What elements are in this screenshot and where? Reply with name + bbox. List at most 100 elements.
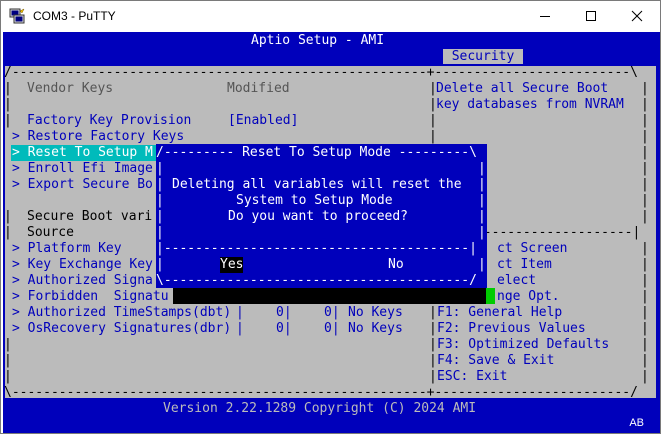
dialog-left-border: | <box>156 193 164 208</box>
dialog-right-border: | <box>478 225 486 240</box>
frame-right: | <box>641 321 649 336</box>
factory-key-provision-label[interactable]: Factory Key Provision <box>27 113 191 129</box>
secure-boot-variable-label: Secure Boot vari <box>27 209 153 224</box>
column-divider: | <box>429 353 437 368</box>
frame-top: /---------------------------------------… <box>4 65 638 80</box>
enroll-efi-image[interactable]: > Enroll Efi Image <box>12 161 153 177</box>
frame-right: | <box>641 193 649 208</box>
nav-help-select-item: ct Item <box>497 257 552 272</box>
osrecovery-signatures-status: No Keys <box>348 321 403 336</box>
osrecovery-signatures[interactable]: > OsRecovery Signatures(dbr) <box>12 321 231 337</box>
dialog-bottom: \---------------------------------------… <box>156 273 477 288</box>
frame-left: | <box>4 209 12 224</box>
authorized-timestamps-sep: | <box>236 305 244 320</box>
close-icon <box>631 10 643 22</box>
nav-help-esc: ESC: Exit <box>437 369 508 384</box>
platform-key[interactable]: > Platform Key <box>12 241 122 257</box>
dialog-right-border: | <box>478 257 486 272</box>
dialog-shadow <box>173 288 487 304</box>
minimize-button[interactable] <box>522 1 568 31</box>
frame-right: | <box>641 369 649 384</box>
dialog-message-line1: Deleting all variables will reset the <box>172 177 462 192</box>
forbidden-signatures[interactable]: > Forbidden Signatu <box>12 289 169 305</box>
osrecovery-signatures-count2: 0| <box>324 321 340 336</box>
frame-right: | <box>641 305 649 320</box>
restore-factory-keys[interactable]: > Restore Factory Keys <box>12 129 184 145</box>
reset-to-setup-mode[interactable]: > Reset To Setup M <box>12 145 153 161</box>
nav-help-select: elect <box>497 273 537 288</box>
factory-key-provision-value[interactable]: [Enabled] <box>228 113 298 129</box>
osrecovery-signatures-count1: 0| <box>276 321 292 336</box>
column-divider: | <box>429 321 437 336</box>
nav-help-f1: F1: General Help <box>437 305 563 320</box>
frame-right: | <box>641 209 649 224</box>
frame-right: | <box>641 177 649 192</box>
nav-help-f4: F4: Save & Exit <box>437 353 555 368</box>
dialog-no-button[interactable]: No <box>388 257 404 273</box>
dialog-separator: |---------------------------------------… <box>156 241 477 256</box>
column-divider: | <box>429 113 437 128</box>
authorized-timestamps[interactable]: > Authorized TimeStamps(dbt) <box>12 305 231 321</box>
maximize-button[interactable] <box>568 1 614 31</box>
frame-left: | <box>4 225 12 240</box>
window-title: COM3 - PuTTY <box>33 9 116 23</box>
key-exchange-key[interactable]: > Key Exchange Key <box>12 257 153 273</box>
version-text: Version 2.22.1289 Copyright (C) 2024 AMI <box>163 401 477 416</box>
dialog-message-line3: Do you want to proceed? <box>228 209 409 224</box>
frame-left: | <box>4 81 12 96</box>
authorized-timestamps-status: No Keys <box>348 305 403 320</box>
frame-left: | <box>4 113 12 128</box>
column-divider: | <box>429 337 437 352</box>
help-text-line1: Delete all Secure Boot <box>436 81 609 96</box>
source-label: Source <box>27 225 74 240</box>
frame-bottom: \---------------------------------------… <box>4 385 638 400</box>
maximize-icon <box>586 11 596 21</box>
help-text-line2: key databases from NVRAM <box>436 97 624 112</box>
frame-right: | <box>641 353 649 368</box>
nav-help-change-opt: nge Opt. <box>497 289 560 304</box>
osrecovery-signatures-sep: | <box>236 321 244 336</box>
status-indicator: AB <box>629 417 644 429</box>
terminal-screen[interactable]: Aptio Setup - AMI Security /------------… <box>3 32 660 433</box>
dialog-left-border: | <box>156 161 164 176</box>
frame-right: | <box>641 145 649 160</box>
export-secure-boot[interactable]: > Export Secure Bo <box>12 177 153 193</box>
putty-window: COM3 - PuTTY Aptio Setup - AMI Security … <box>0 0 661 434</box>
column-divider: | <box>429 305 437 320</box>
dialog-left-border: | <box>156 225 164 240</box>
vendor-keys-label: Vendor Keys <box>27 81 114 96</box>
dialog-message-line2: System to Setup Mode <box>236 193 393 208</box>
dialog-left-border: | <box>156 257 164 272</box>
minimize-icon <box>540 16 550 17</box>
dialog-yes-button[interactable]: Yes <box>220 257 244 273</box>
dialog-right-border: | <box>478 161 486 176</box>
dialog-left-border: | <box>156 177 164 192</box>
authorized-timestamps-count1: 0| <box>276 305 292 320</box>
vendor-keys-value: Modified <box>227 81 290 96</box>
close-button[interactable] <box>614 1 660 31</box>
frame-right: | <box>641 337 649 352</box>
authorized-timestamps-count2: 0| <box>324 305 340 320</box>
frame-right: | <box>641 273 649 288</box>
authorized-signatures[interactable]: > Authorized Signa <box>12 273 153 289</box>
frame-right: | <box>641 129 649 144</box>
bios-title: Aptio Setup - AMI <box>251 33 385 48</box>
frame-right: | <box>641 257 649 272</box>
title-bar[interactable]: COM3 - PuTTY <box>1 1 660 31</box>
dialog-right-border: | <box>478 209 486 224</box>
frame-right: | <box>641 161 649 176</box>
column-divider: | <box>429 129 437 144</box>
frame-right: | <box>641 113 649 128</box>
nav-help-f3: F3: Optimized Defaults <box>437 337 610 352</box>
column-divider: | <box>429 369 437 384</box>
frame-left: | <box>4 97 12 112</box>
tab-security[interactable]: Security <box>443 49 523 64</box>
frame-right: | <box>641 81 649 96</box>
nav-help-select-screen: ct Screen <box>497 241 568 256</box>
frame-right: | <box>641 241 649 256</box>
dialog-title: /--------- Reset To Setup Mode ---------… <box>156 145 477 160</box>
frame-right: | <box>641 97 649 112</box>
dialog-right-border: | <box>478 177 486 192</box>
dialog-right-border: | <box>478 193 486 208</box>
putty-icon <box>9 8 25 24</box>
